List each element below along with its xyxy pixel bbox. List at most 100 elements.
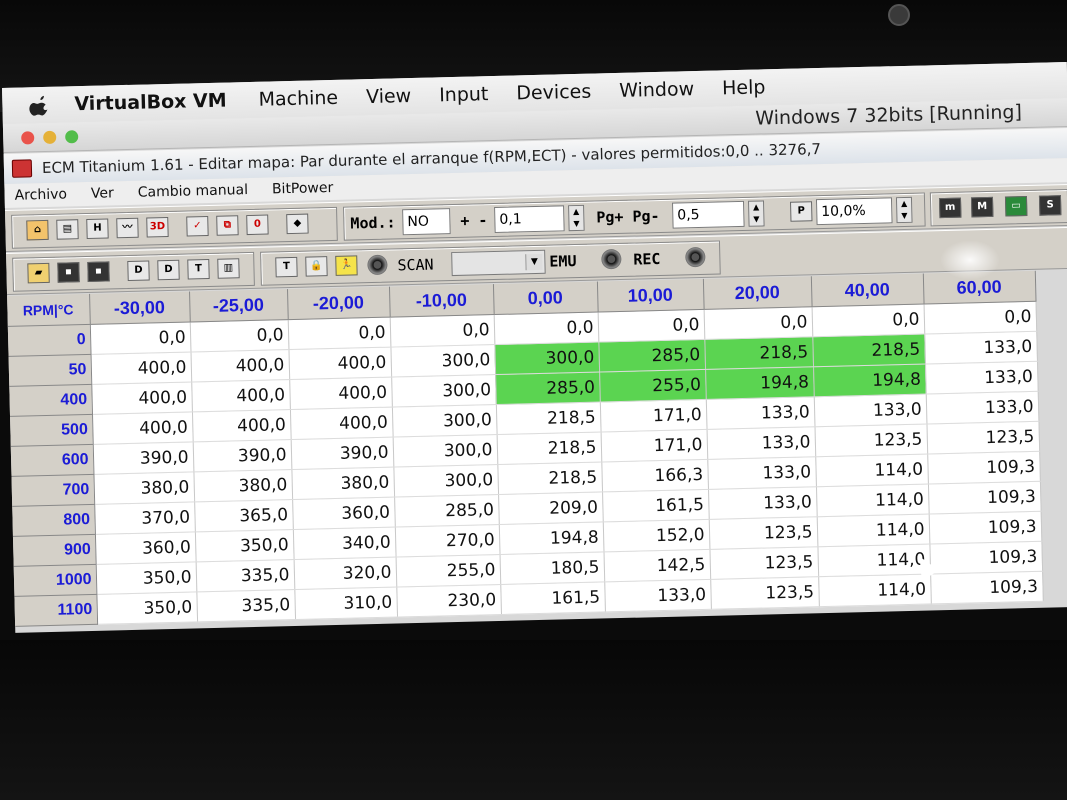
- map-cell[interactable]: 161,5: [602, 489, 709, 522]
- map-cell[interactable]: 114,0: [818, 573, 931, 607]
- check-icon[interactable]: ✓: [186, 216, 209, 237]
- map-cell[interactable]: 114,0: [816, 513, 930, 547]
- map-cell[interactable]: 300,0: [392, 434, 498, 468]
- map-cell[interactable]: 133,0: [604, 579, 711, 612]
- map-cell[interactable]: 285,0: [495, 371, 600, 405]
- map-cell[interactable]: 360,0: [292, 497, 395, 530]
- map-cell[interactable]: 0,0: [923, 301, 1037, 335]
- map-cell[interactable]: 400,0: [191, 409, 291, 442]
- col-header[interactable]: 0,00: [492, 281, 598, 315]
- map-cell[interactable]: 133,0: [925, 361, 1038, 395]
- map-cell[interactable]: 340,0: [292, 527, 396, 560]
- page-field[interactable]: 0,5: [672, 200, 745, 229]
- map-cell[interactable]: 365,0: [194, 499, 293, 532]
- map-cell[interactable]: 109,3: [928, 511, 1042, 544]
- hex-icon[interactable]: H: [86, 218, 109, 239]
- map-cell[interactable]: 114,0: [815, 483, 929, 517]
- map-cell[interactable]: 123,5: [708, 516, 818, 550]
- split-icon[interactable]: ▥: [217, 258, 240, 279]
- percent-spinner[interactable]: ▲ ▼: [895, 196, 913, 224]
- map-cell[interactable]: 400,0: [288, 347, 392, 380]
- map-cell[interactable]: 285,0: [598, 339, 706, 372]
- map-cell[interactable]: 133,0: [705, 396, 815, 430]
- map-cell[interactable]: 114,0: [815, 454, 928, 487]
- map-cell[interactable]: 133,0: [924, 331, 1037, 365]
- windows-icon[interactable]: ▤: [56, 219, 79, 240]
- map-cell[interactable]: 180,5: [499, 551, 605, 585]
- map-cell[interactable]: 194,8: [705, 366, 814, 400]
- lock-icon[interactable]: 🔒: [305, 256, 328, 277]
- map-cell[interactable]: 400,0: [289, 407, 393, 440]
- t-icon[interactable]: T: [275, 256, 298, 278]
- M-icon[interactable]: M: [970, 196, 994, 218]
- map-cell[interactable]: 335,0: [196, 589, 296, 622]
- row-header[interactable]: 0: [7, 324, 91, 357]
- map-cell[interactable]: 194,8: [813, 364, 926, 397]
- map-cell[interactable]: 218,5: [496, 431, 602, 465]
- map-cell[interactable]: 152,0: [602, 519, 710, 552]
- row-header[interactable]: 900: [12, 534, 96, 567]
- map-cell[interactable]: 400,0: [191, 379, 290, 412]
- chevron-down-icon[interactable]: ▼: [525, 253, 543, 271]
- d1-icon[interactable]: D: [127, 260, 150, 281]
- map-cell[interactable]: 109,3: [930, 571, 1043, 604]
- menu-archivo[interactable]: Archivo: [14, 186, 67, 203]
- map-cell[interactable]: 133,0: [706, 426, 816, 460]
- map-cell[interactable]: 209,0: [498, 491, 603, 525]
- map-cell[interactable]: 320,0: [293, 557, 397, 590]
- emu-button[interactable]: [601, 248, 622, 270]
- step-spinner[interactable]: ▲ ▼: [568, 204, 585, 232]
- map-cell[interactable]: 0,0: [703, 306, 813, 340]
- row-header[interactable]: 1000: [13, 564, 97, 597]
- mac-menu-devices[interactable]: Devices: [516, 81, 591, 105]
- map-cell[interactable]: 300,0: [390, 344, 496, 378]
- map-cell[interactable]: 171,0: [600, 429, 708, 462]
- row-header[interactable]: 700: [11, 474, 95, 507]
- map-cell[interactable]: 255,0: [599, 369, 706, 402]
- m-icon[interactable]: m: [938, 197, 962, 219]
- map-cell[interactable]: 0,0: [493, 312, 599, 345]
- map-cell[interactable]: 133,0: [925, 391, 1039, 425]
- map-cell[interactable]: 400,0: [289, 377, 392, 410]
- map-cell[interactable]: 300,0: [393, 464, 499, 498]
- zoom-button[interactable]: [65, 130, 79, 144]
- map-cell[interactable]: 380,0: [93, 471, 195, 505]
- menu-ver[interactable]: Ver: [91, 185, 114, 202]
- row-header[interactable]: 1100: [14, 594, 98, 627]
- mod-field[interactable]: NO: [402, 208, 451, 236]
- S-icon[interactable]: S: [1038, 195, 1062, 216]
- map-cell[interactable]: 133,0: [707, 456, 816, 490]
- map-cell[interactable]: 285,0: [394, 494, 499, 528]
- map-cell[interactable]: 0,0: [89, 321, 191, 355]
- map-cell[interactable]: 142,5: [603, 549, 711, 582]
- map-cell[interactable]: 218,5: [812, 334, 926, 367]
- home-icon[interactable]: ⌂: [26, 219, 49, 241]
- save-as-icon[interactable]: ▪: [87, 261, 110, 282]
- map-cell[interactable]: 0,0: [597, 309, 705, 343]
- map-cell[interactable]: 390,0: [192, 439, 292, 472]
- map-cell[interactable]: 0,0: [389, 314, 495, 348]
- close-button[interactable]: [21, 131, 35, 145]
- mac-menu-input[interactable]: Input: [439, 83, 489, 106]
- rec-button[interactable]: [685, 246, 706, 268]
- map-cell[interactable]: 0,0: [287, 317, 391, 350]
- map-cell[interactable]: 300,0: [391, 374, 496, 408]
- map-cell[interactable]: 133,0: [708, 486, 817, 520]
- map-cell[interactable]: 109,3: [927, 451, 1040, 484]
- menu-cambio-manual[interactable]: Cambio manual: [138, 182, 249, 201]
- col-header[interactable]: 20,00: [702, 276, 812, 310]
- map-cell[interactable]: 370,0: [94, 501, 195, 535]
- map-cell[interactable]: 218,5: [495, 401, 601, 435]
- color-icon[interactable]: ▭: [1004, 195, 1028, 217]
- col-header[interactable]: -20,00: [286, 286, 390, 320]
- runner-icon[interactable]: 🏃: [335, 255, 358, 276]
- record-icon[interactable]: [367, 254, 388, 276]
- map-cell[interactable]: 161,5: [500, 581, 605, 615]
- map-cell[interactable]: 171,0: [599, 399, 707, 432]
- compare-icon[interactable]: ⧉: [216, 215, 239, 236]
- map-cell[interactable]: 166,3: [601, 459, 709, 492]
- col-header[interactable]: 40,00: [810, 273, 924, 307]
- row-header[interactable]: 800: [12, 504, 95, 537]
- scan-combo[interactable]: ▼: [451, 249, 546, 277]
- col-header[interactable]: -30,00: [89, 291, 190, 325]
